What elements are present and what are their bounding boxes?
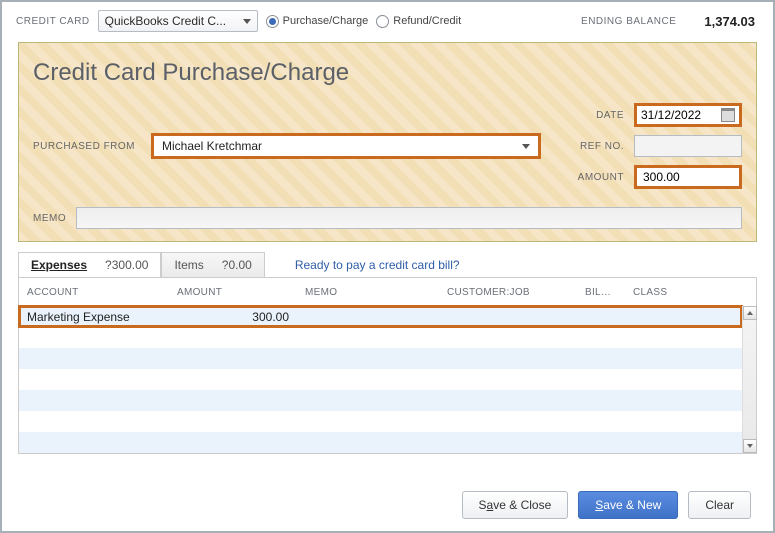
top-bar: CREDIT CARD QuickBooks Credit C... Purch… [2,2,773,36]
scroll-up-button[interactable] [743,306,757,320]
ending-balance-value: 1,374.03 [704,14,755,29]
chevron-down-icon [243,19,251,24]
app-window: CREDIT CARD QuickBooks Credit C... Purch… [0,0,775,533]
cell-account[interactable]: Marketing Expense [19,310,169,324]
save-close-button[interactable]: Save & Close [462,491,569,519]
save-new-u: S [595,498,603,512]
tab-items-label: Items [174,258,203,272]
th-billable[interactable]: BILLA... [577,287,625,298]
save-close-pre: S [479,498,487,512]
purchased-from-row: PURCHASED FROM Michael Kretchmar DATE 31… [33,103,742,189]
tab-expenses[interactable]: Expenses ?300.00 [18,252,161,278]
check-panel: Credit Card Purchase/Charge PURCHASED FR… [18,42,757,242]
tab-expenses-label: Expenses [31,258,87,272]
radio-unselected-icon [376,15,389,28]
table-row[interactable] [19,432,756,453]
tab-expenses-amount: ?300.00 [105,258,148,272]
tab-items[interactable]: Items ?0.00 [161,252,264,278]
refund-credit-radio[interactable]: Refund/Credit [376,15,461,28]
table-row[interactable] [19,369,756,390]
table-row[interactable] [19,327,756,348]
credit-card-label: CREDIT CARD [16,16,90,27]
scroll-down-button[interactable] [743,439,757,453]
ready-to-pay-link[interactable]: Ready to pay a credit card bill? [295,258,460,272]
radio-selected-icon [266,15,279,28]
amount-label: AMOUNT [578,172,624,183]
date-input[interactable]: 31/12/2022 [634,103,742,127]
refno-row: REF NO. [580,135,742,157]
amount-value: 300.00 [643,170,680,184]
save-close-u: a [487,498,494,512]
expenses-table: ACCOUNT AMOUNT MEMO CUSTOMER:JOB BILLA..… [18,277,757,454]
th-account[interactable]: ACCOUNT [19,287,169,298]
memo-input[interactable] [76,207,742,229]
purchased-from-label: PURCHASED FROM [33,141,143,152]
scrollbar[interactable] [742,306,756,453]
table-body: Marketing Expense300.00 [19,306,756,453]
th-class[interactable]: CLASS [625,287,742,298]
cell-amount[interactable]: 300.00 [169,310,297,324]
date-row: DATE 31/12/2022 [596,103,742,127]
right-fields: DATE 31/12/2022 REF NO. AMOUNT 300.00 [578,103,742,189]
refno-label: REF NO. [580,141,624,152]
memo-row: MEMO [33,207,742,229]
table-row[interactable] [19,411,756,432]
tab-items-amount: ?0.00 [222,258,252,272]
table-row[interactable] [19,390,756,411]
credit-card-select[interactable]: QuickBooks Credit C... [98,10,258,32]
th-customer[interactable]: CUSTOMER:JOB [439,287,577,298]
amount-input[interactable]: 300.00 [634,165,742,189]
ending-balance-label: ENDING BALANCE [581,16,676,27]
purchase-charge-radio[interactable]: Purchase/Charge [266,15,369,28]
arrow-up-icon [747,311,753,315]
clear-button[interactable]: Clear [688,491,751,519]
table-row[interactable] [19,348,756,369]
calendar-icon[interactable] [721,108,735,122]
save-close-post: ve & Close [493,498,551,512]
save-new-button[interactable]: Save & New [578,491,678,519]
purchase-charge-radio-label: Purchase/Charge [283,15,369,27]
tabs-row: Expenses ?300.00 Items ?0.00 Ready to pa… [18,252,757,278]
refno-input[interactable] [634,135,742,157]
page-title: Credit Card Purchase/Charge [33,59,742,87]
arrow-down-icon [747,444,753,448]
th-amount[interactable]: AMOUNT [169,287,297,298]
tabs-area: Expenses ?300.00 Items ?0.00 Ready to pa… [18,252,757,454]
table-header-row: ACCOUNT AMOUNT MEMO CUSTOMER:JOB BILLA..… [19,278,756,306]
refund-credit-radio-label: Refund/Credit [393,15,461,27]
purchased-from-value: Michael Kretchmar [162,139,262,153]
date-label: DATE [596,110,624,121]
footer-buttons: Save & Close Save & New Clear [462,491,751,519]
purchased-from-select[interactable]: Michael Kretchmar [151,133,541,159]
save-new-post: ave & New [603,498,661,512]
ending-balance-group: ENDING BALANCE 1,374.03 [581,14,759,29]
date-value: 31/12/2022 [641,108,701,122]
amount-row: AMOUNT 300.00 [578,165,742,189]
credit-card-select-value: QuickBooks Credit C... [105,14,226,28]
chevron-down-icon [522,144,530,149]
memo-label: MEMO [33,213,66,224]
th-memo[interactable]: MEMO [297,287,439,298]
table-row[interactable]: Marketing Expense300.00 [19,306,756,327]
